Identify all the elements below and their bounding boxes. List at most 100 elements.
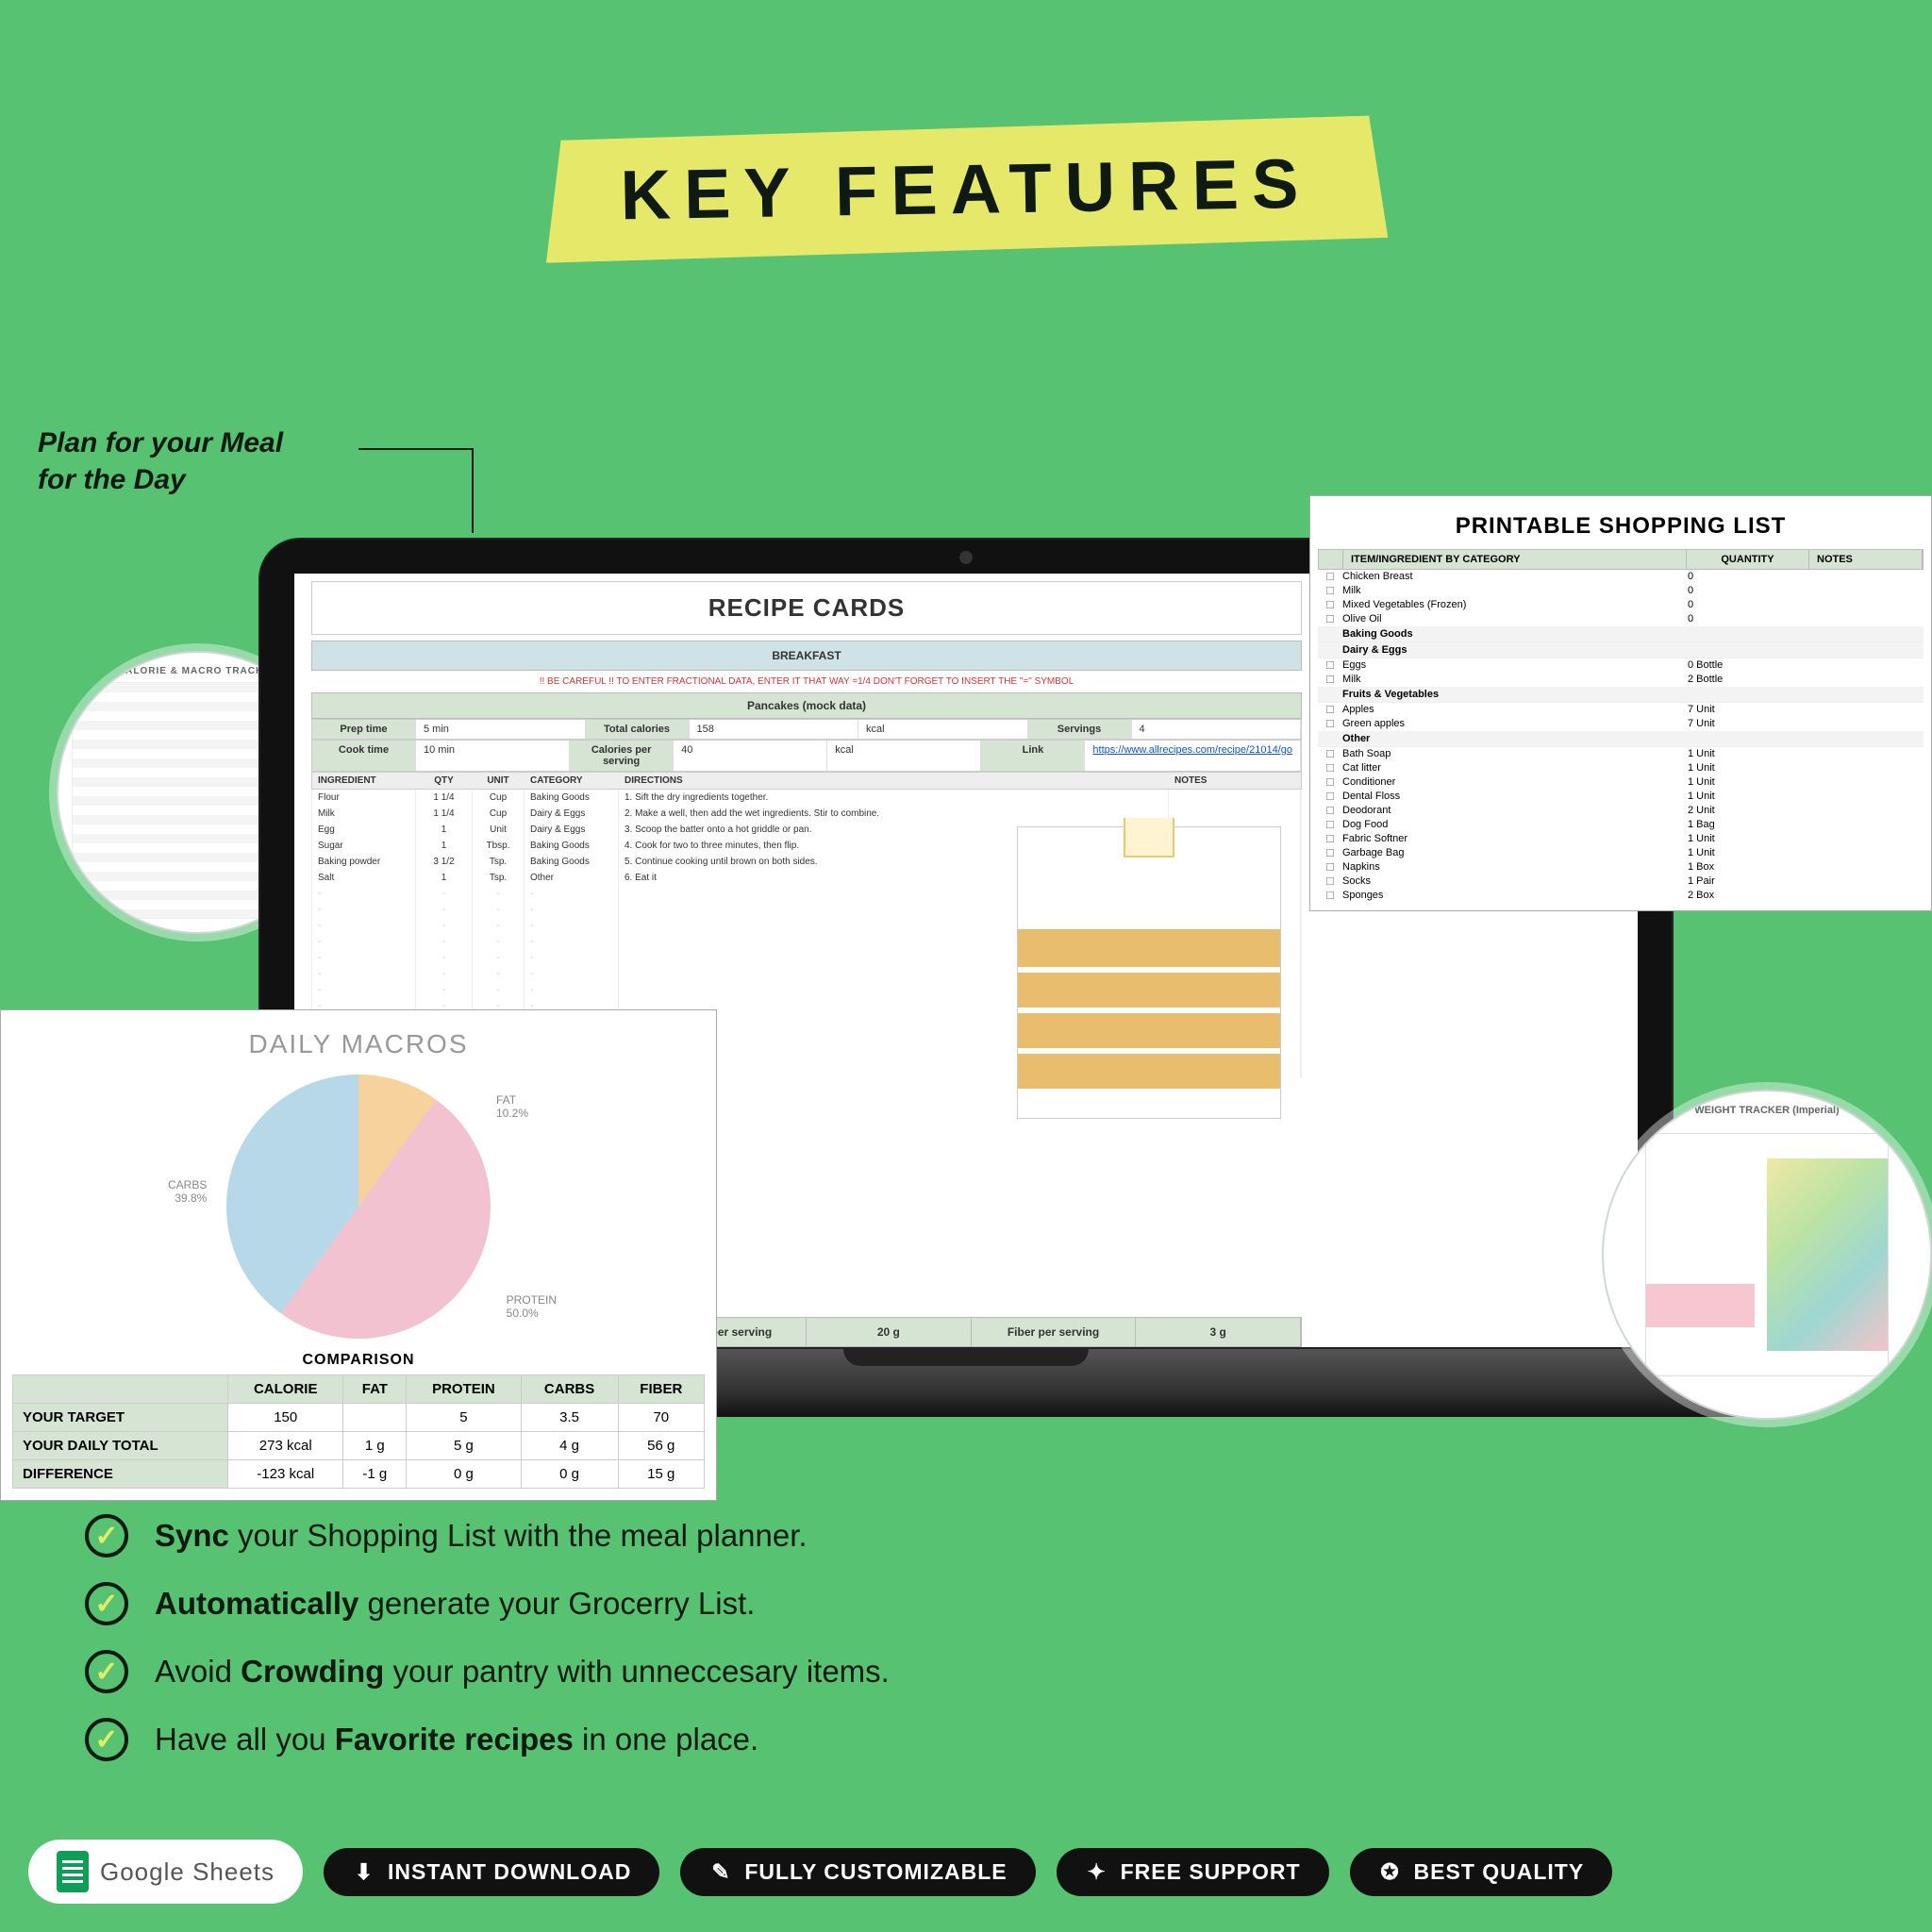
badge-instant-download: ⬇ INSTANT DOWNLOAD xyxy=(324,1848,659,1896)
col-unit: UNIT xyxy=(473,773,525,789)
comparison-head-row: CALORIEFATPROTEINCARBSFIBER xyxy=(13,1375,705,1404)
cal-per-label: Calories per serving xyxy=(570,741,674,771)
camera-notch xyxy=(959,551,973,564)
servings-value[interactable]: 4 xyxy=(1132,720,1302,739)
label-protein: PROTEIN50.0% xyxy=(507,1293,557,1320)
weight-line-chart xyxy=(1646,1182,1755,1327)
shopping-row[interactable]: ☐Chicken Breast0 xyxy=(1318,570,1924,584)
annotation-text: Plan for your Meal for the Day xyxy=(38,425,283,498)
daily-macros-panel: DAILY MACROS FAT10.2% PROTEIN50.0% CARBS… xyxy=(0,1009,717,1501)
check-icon: ✓ xyxy=(85,1514,128,1557)
shopping-row[interactable]: ☐Cat litter1 Unit xyxy=(1318,761,1924,775)
fiber-label: Fiber per serving xyxy=(972,1318,1137,1346)
check-icon: ✓ xyxy=(85,1650,128,1693)
shopping-category: Fruits & Vegetables xyxy=(1318,687,1924,703)
fraction-warning: !! BE CAREFUL !! TO ENTER FRACTIONAL DAT… xyxy=(311,671,1302,692)
shopping-category: Dairy & Eggs xyxy=(1318,642,1924,658)
shopping-row[interactable]: ☐Conditioner1 Unit xyxy=(1318,775,1924,790)
shopping-row[interactable]: ☐Dog Food1 Bag xyxy=(1318,818,1924,832)
shopping-row[interactable]: ☐Deodorant2 Unit xyxy=(1318,804,1924,818)
shopping-row[interactable]: ☐Dental Floss1 Unit xyxy=(1318,790,1924,804)
shopping-list-title: PRINTABLE SHOPPING LIST xyxy=(1318,504,1924,549)
shopping-list-panel: PRINTABLE SHOPPING LIST ITEM/INGREDIENT … xyxy=(1309,495,1932,911)
comparison-body: YOUR TARGET15053.570YOUR DAILY TOTAL273 … xyxy=(13,1404,705,1489)
cook-time-label: Cook time xyxy=(312,741,416,771)
shopping-row[interactable]: ☐Fabric Softner1 Unit xyxy=(1318,832,1924,846)
fiber-value: 3 g xyxy=(1136,1318,1301,1346)
col-directions: DIRECTIONS xyxy=(619,773,1169,789)
recipe-name: Pancakes (mock data) xyxy=(311,692,1302,719)
col-category: CATEGORY xyxy=(525,773,619,789)
shopping-row[interactable]: ☐Napkins1 Box xyxy=(1318,860,1924,874)
cook-time-value[interactable]: 10 min xyxy=(416,741,570,771)
circle2-title: WEIGHT TRACKER (Imperial) xyxy=(1617,1105,1917,1116)
download-icon: ⬇ xyxy=(352,1859,376,1884)
award-icon: ✪ xyxy=(1378,1859,1403,1884)
badge-cust-label: FULLY CUSTOMIZABLE xyxy=(744,1859,1007,1885)
col-qty: QTY xyxy=(416,773,473,789)
breakfast-section: BREAKFAST xyxy=(311,641,1302,671)
label-fat: FAT10.2% xyxy=(496,1093,528,1120)
star-icon: ✦ xyxy=(1085,1859,1109,1884)
weight-charts xyxy=(1645,1133,1889,1376)
shopping-row[interactable]: ☐Sponges2 Box xyxy=(1318,889,1924,903)
meta-row-1: Prep time 5 min Total calories 158 kcal … xyxy=(311,719,1302,740)
shopping-category: Baking Goods xyxy=(1318,626,1924,642)
col-shop-notes: NOTES xyxy=(1809,550,1923,569)
ingredient-header: INGREDIENT QTY UNIT CATEGORY DIRECTIONS … xyxy=(311,772,1302,790)
check-icon: ✓ xyxy=(85,1582,128,1625)
meta-row-2: Cook time 10 min Calories per serving 40… xyxy=(311,740,1302,772)
total-cal-unit: kcal xyxy=(858,720,1028,739)
cal-per-unit: kcal xyxy=(827,741,981,771)
badge-best-quality: ✪ BEST QUALITY xyxy=(1350,1848,1613,1896)
total-cal-label: Total calories xyxy=(586,720,690,739)
shopping-row[interactable]: ☐Bath Soap1 Unit xyxy=(1318,747,1924,761)
badge-sup-label: FREE SUPPORT xyxy=(1121,1859,1301,1885)
col-quantity: QUANTITY xyxy=(1687,550,1809,569)
edit-icon: ✎ xyxy=(708,1859,733,1884)
ingredient-row[interactable]: Flour1 1/4CupBaking Goods1. Sift the dry… xyxy=(311,790,1302,806)
pointer-line xyxy=(358,448,472,450)
macros-pie-chart: FAT10.2% PROTEIN50.0% CARBS39.8% xyxy=(226,1074,491,1339)
shopping-header: ITEM/INGREDIENT BY CATEGORY QUANTITY NOT… xyxy=(1318,549,1924,570)
shopping-row[interactable]: ☐Apples7 Unit xyxy=(1318,703,1924,717)
badge-google-sheets: Google Sheets xyxy=(28,1840,303,1904)
shopping-row[interactable]: ☐Garbage Bag1 Unit xyxy=(1318,846,1924,860)
check-icon: ✓ xyxy=(85,1718,128,1761)
carbs-value: 20 g xyxy=(807,1318,972,1346)
shopping-row[interactable]: ☐Socks1 Pair xyxy=(1318,874,1924,889)
badge-row: Google Sheets ⬇ INSTANT DOWNLOAD ✎ FULLY… xyxy=(28,1840,1904,1904)
comparison-title: COMPARISON xyxy=(12,1346,705,1374)
bullet-row: ✓Avoid Crowding your pantry with unnecce… xyxy=(85,1650,1847,1693)
cal-per-value: 40 xyxy=(674,741,827,771)
bullet-row: ✓Have all you Favorite recipes in one pl… xyxy=(85,1718,1847,1761)
col-ingredient: INGREDIENT xyxy=(312,773,416,789)
shopping-body: ☐Chicken Breast0☐Milk0☐Mixed Vegetables … xyxy=(1318,570,1924,903)
shopping-row[interactable]: ☐Mixed Vegetables (Frozen)0 xyxy=(1318,598,1924,612)
shopping-row[interactable]: ☐Olive Oil0 xyxy=(1318,612,1924,626)
label-carbs: CARBS39.8% xyxy=(168,1178,207,1205)
prep-time-label: Prep time xyxy=(312,720,416,739)
link-label: Link xyxy=(981,741,1085,771)
pancake-image xyxy=(1017,826,1281,1119)
bmi-chart xyxy=(1767,1158,1888,1352)
badge-gs-label: Google Sheets xyxy=(100,1857,275,1887)
recipe-link[interactable]: https://www.allrecipes.com/recipe/21014/… xyxy=(1085,741,1301,771)
macros-title: DAILY MACROS xyxy=(12,1022,705,1067)
page-title: KEY FEATURES xyxy=(620,143,1312,236)
shopping-row[interactable]: ☐Milk2 Bottle xyxy=(1318,673,1924,687)
badge-qual-label: BEST QUALITY xyxy=(1414,1859,1585,1885)
shopping-row[interactable]: ☐Eggs0 Bottle xyxy=(1318,658,1924,673)
recipe-cards-title: RECIPE CARDS xyxy=(311,581,1302,635)
bullet-row: ✓Sync your Shopping List with the meal p… xyxy=(85,1514,1847,1557)
shopping-category: Other xyxy=(1318,731,1924,747)
feature-bullets: ✓Sync your Shopping List with the meal p… xyxy=(85,1514,1847,1761)
shopping-row[interactable]: ☐Milk0 xyxy=(1318,584,1924,598)
shopping-row[interactable]: ☐Green apples7 Unit xyxy=(1318,717,1924,731)
comparison-table: CALORIEFATPROTEINCARBSFIBER YOUR TARGET1… xyxy=(12,1374,705,1489)
col-checkbox xyxy=(1319,550,1343,569)
prep-time-value[interactable]: 5 min xyxy=(416,720,586,739)
col-item: ITEM/INGREDIENT BY CATEGORY xyxy=(1343,550,1687,569)
badge-dl-label: INSTANT DOWNLOAD xyxy=(388,1859,631,1885)
total-cal-value: 158 xyxy=(690,720,859,739)
